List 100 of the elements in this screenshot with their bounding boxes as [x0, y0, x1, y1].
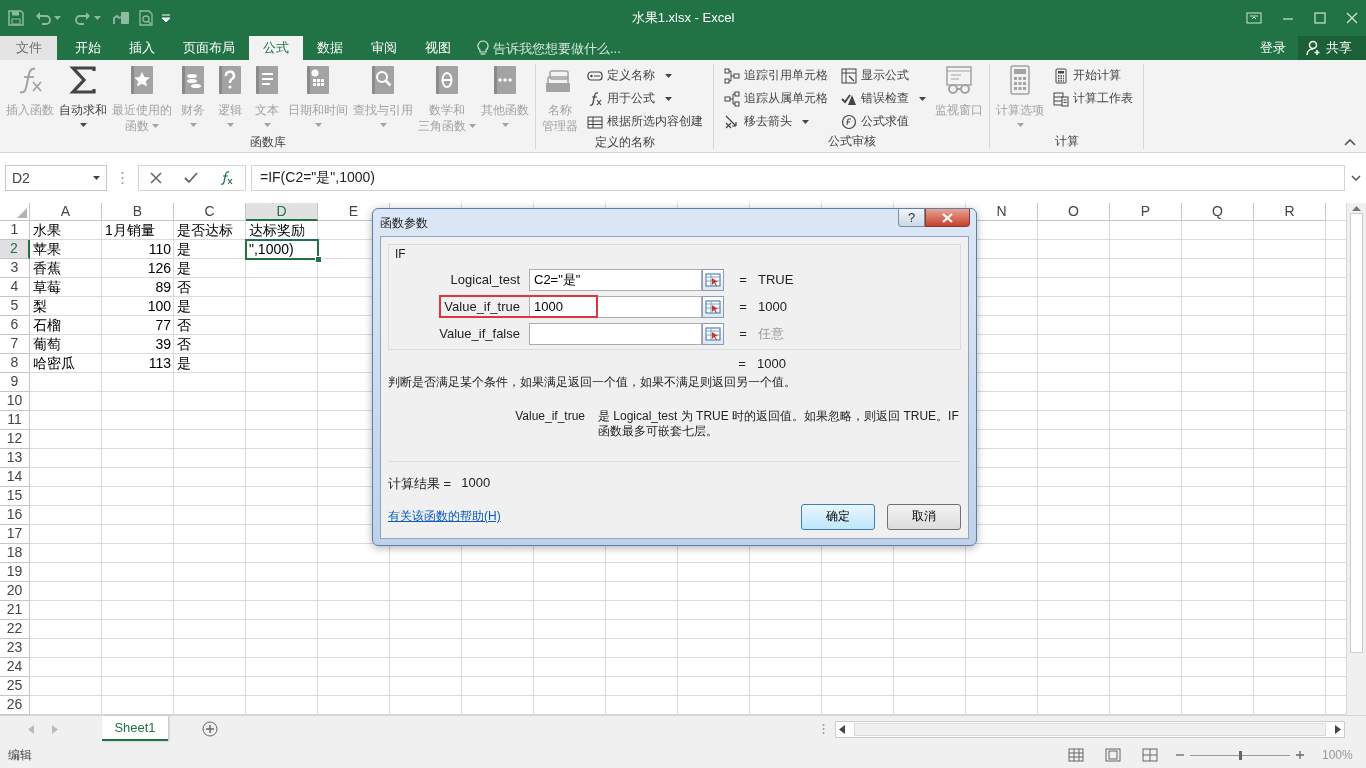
- ribbon-tab[interactable]: 视图: [411, 36, 465, 60]
- ribbon-tab[interactable]: 插入: [115, 36, 169, 60]
- cell-value[interactable]: 草莓: [30, 278, 102, 297]
- share-button[interactable]: 共享: [1298, 36, 1366, 60]
- cell-value[interactable]: 39: [102, 335, 174, 354]
- cell-value[interactable]: 葡萄: [30, 335, 102, 354]
- cell-value[interactable]: 哈密瓜: [30, 354, 102, 373]
- row-header[interactable]: 11: [0, 411, 30, 430]
- row-header[interactable]: 12: [0, 430, 30, 449]
- ribbon-tab[interactable]: 开始: [61, 36, 115, 60]
- cancel-icon[interactable]: [150, 172, 162, 184]
- row-header[interactable]: 16: [0, 506, 30, 525]
- cell-value[interactable]: 否: [174, 335, 246, 354]
- sign-in-link[interactable]: 登录: [1248, 36, 1298, 60]
- column-header[interactable]: A: [30, 203, 102, 221]
- row-header[interactable]: 3: [0, 259, 30, 278]
- select-all-icon[interactable]: [17, 208, 27, 218]
- customize-icon[interactable]: [162, 14, 170, 22]
- cell-value[interactable]: 是: [174, 297, 246, 316]
- ribbon-tab[interactable]: 页面布局: [169, 36, 249, 60]
- page-layout-icon[interactable]: [1105, 748, 1121, 762]
- row-header[interactable]: 17: [0, 525, 30, 544]
- ribbon-tab[interactable]: 文件: [0, 36, 57, 60]
- tell-me-field[interactable]: 告诉我您想要做什么...: [493, 40, 643, 56]
- row-header[interactable]: 7: [0, 335, 30, 354]
- help-link[interactable]: 有关该函数的帮助(H): [388, 508, 501, 525]
- print-preview-icon[interactable]: [138, 10, 154, 26]
- check-icon[interactable]: [184, 172, 198, 184]
- close-button[interactable]: [925, 209, 970, 227]
- row-header[interactable]: 5: [0, 297, 30, 316]
- row-header[interactable]: 2: [0, 240, 30, 259]
- ribbon-tab[interactable]: 公式: [249, 36, 303, 60]
- column-header[interactable]: P: [1110, 203, 1182, 221]
- cell-value[interactable]: 77: [102, 316, 174, 335]
- zoom-out-icon[interactable]: [1176, 751, 1184, 759]
- cell-value[interactable]: 100: [102, 297, 174, 316]
- zoom-in-icon[interactable]: [1296, 751, 1304, 759]
- selected-cell[interactable]: ",1000): [246, 240, 318, 259]
- cell-value[interactable]: 1月销量: [102, 221, 174, 240]
- cell-value[interactable]: 梨: [30, 297, 102, 316]
- row-header[interactable]: 9: [0, 373, 30, 392]
- cell-value[interactable]: 110: [102, 240, 174, 259]
- row-header[interactable]: 25: [0, 677, 30, 696]
- ok-button[interactable]: 确定: [801, 503, 875, 530]
- row-header[interactable]: 19: [0, 563, 30, 582]
- cell-value[interactable]: 113: [102, 354, 174, 373]
- maximize-icon[interactable]: [1314, 12, 1326, 24]
- cell-value[interactable]: 89: [102, 278, 174, 297]
- hand-device-icon[interactable]: [112, 10, 130, 26]
- cell-value[interactable]: 苹果: [30, 240, 102, 259]
- row-header[interactable]: 10: [0, 392, 30, 411]
- argument-field[interactable]: [529, 322, 702, 345]
- cell-value[interactable]: 是: [174, 259, 246, 278]
- cell-value[interactable]: 是: [174, 354, 246, 373]
- row-header[interactable]: 1: [0, 221, 30, 240]
- horizontal-scrollbar[interactable]: [835, 720, 1345, 738]
- slider-thumb[interactable]: [1238, 750, 1242, 760]
- row-header[interactable]: 6: [0, 316, 30, 335]
- expand-icon[interactable]: [1351, 175, 1361, 181]
- row-header[interactable]: 22: [0, 620, 30, 639]
- cell-value[interactable]: 水果: [30, 221, 102, 240]
- column-header[interactable]: B: [102, 203, 174, 221]
- scroll-left-icon[interactable]: [839, 724, 845, 734]
- cell-value[interactable]: 否: [174, 278, 246, 297]
- help-button[interactable]: ?: [898, 209, 925, 227]
- column-header[interactable]: O: [1038, 203, 1110, 221]
- column-header[interactable]: D: [246, 203, 318, 221]
- vertical-scrollbar[interactable]: [1346, 203, 1366, 715]
- save-icon[interactable]: [8, 10, 24, 26]
- scroll-right-icon[interactable]: [1335, 724, 1341, 734]
- argument-field[interactable]: 1000: [529, 295, 702, 318]
- row-header[interactable]: 14: [0, 468, 30, 487]
- insert-function-icon[interactable]: [220, 171, 234, 185]
- collapse-button[interactable]: [702, 268, 724, 291]
- add-sheet-icon[interactable]: [202, 721, 218, 737]
- row-header[interactable]: 23: [0, 639, 30, 658]
- cell-value[interactable]: 达标奖励: [246, 221, 318, 240]
- collapse-button[interactable]: [702, 295, 724, 318]
- fill-handle[interactable]: [315, 256, 322, 263]
- sheet-tab[interactable]: Sheet1: [102, 716, 168, 741]
- row-header[interactable]: 8: [0, 354, 30, 373]
- cell-value[interactable]: 是: [174, 240, 246, 259]
- row-header[interactable]: 18: [0, 544, 30, 563]
- collapse-button[interactable]: [702, 322, 724, 345]
- row-header[interactable]: 13: [0, 449, 30, 468]
- ribbon-tab[interactable]: 审阅: [357, 36, 411, 60]
- column-header[interactable]: C: [174, 203, 246, 221]
- scroll-thumb[interactable]: [1350, 213, 1363, 653]
- column-header[interactable]: R: [1254, 203, 1326, 221]
- column-header[interactable]: Q: [1182, 203, 1254, 221]
- row-header[interactable]: 21: [0, 601, 30, 620]
- page-break-icon[interactable]: [1142, 748, 1158, 762]
- scroll-thumb[interactable]: [854, 722, 1326, 736]
- cancel-button[interactable]: 取消: [887, 503, 961, 530]
- cell-value[interactable]: 126: [102, 259, 174, 278]
- close-icon[interactable]: [1346, 12, 1358, 24]
- collapse-ribbon-icon[interactable]: [1344, 138, 1356, 146]
- ribbon-tab[interactable]: 数据: [303, 36, 357, 60]
- row-header[interactable]: 4: [0, 278, 30, 297]
- row-header[interactable]: 26: [0, 696, 30, 715]
